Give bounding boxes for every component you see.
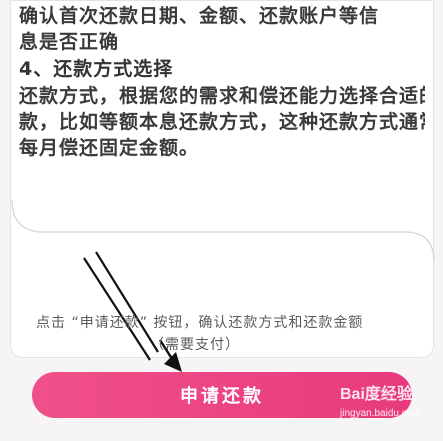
instruction-subtext: （需要支付） [150,337,240,353]
baidu-watermark: Bai度经验 jingyan.baidu.com [340,376,440,436]
section-line: 还款方式，根据您的需求和偿还能力选择合适的还 [19,85,425,107]
article-body: 确认首次还款日期、金额、还款账户等信 息是否正确 4、还款方式选择 还款方式，根… [11,1,435,201]
section-line: 款，比如等额本息还款方式，这种还款方式通常是 [19,111,425,133]
article-card: 确认首次还款日期、金额、还款账户等信 息是否正确 4、还款方式选择 还款方式，根… [10,0,434,358]
screenshot-root: 确认首次还款日期、金额、还款账户等信 息是否正确 4、还款方式选择 还款方式，根… [0,0,443,441]
paragraph-line: 息是否正确 [19,31,120,53]
instruction-text: 点击 “申请还款” 按钮，确认还款方式和还款金额 [36,315,364,331]
paragraph-line: 确认首次还款日期、金额、还款账户等信 [19,5,380,27]
watermark-brand: Bai度经验 [340,386,413,403]
watermark-url: jingyan.baidu.com [340,408,421,419]
apply-button-label: 申请还款 [180,386,264,407]
section-line: 每月偿还固定金额。 [19,137,200,159]
section-heading: 4、还款方式选择 [19,58,174,80]
